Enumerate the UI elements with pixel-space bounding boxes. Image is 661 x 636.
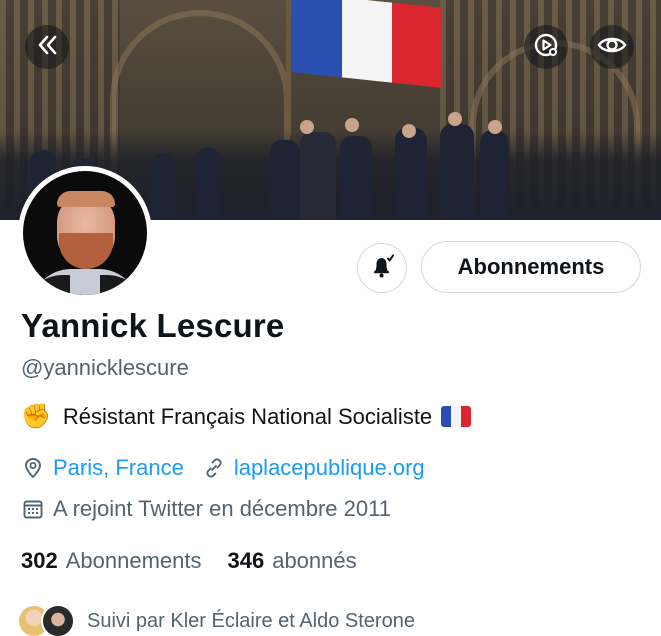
joined-text: A rejoint Twitter en décembre 2011 bbox=[53, 496, 391, 521]
followers-stat[interactable]: 346 abonnés bbox=[227, 548, 356, 574]
french-flag-emoji bbox=[441, 406, 472, 427]
notifications-button[interactable] bbox=[357, 243, 407, 293]
followers-count: 346 bbox=[227, 548, 265, 573]
profile-stats: 302 Abonnements 346 abonnés bbox=[21, 548, 383, 574]
following-count: 302 bbox=[21, 548, 58, 573]
followed-by-text: Suivi par Kler Éclaire et Aldo Sterone bbox=[87, 609, 415, 632]
bio-text: Résistant Français National Socialiste bbox=[62, 403, 433, 429]
following-button[interactable]: Abonnements bbox=[421, 241, 641, 293]
media-button[interactable] bbox=[524, 25, 568, 69]
joined-row: A rejoint Twitter en décembre 2011 bbox=[21, 496, 391, 522]
location-pin-icon bbox=[21, 456, 45, 480]
profile-avatar[interactable] bbox=[18, 166, 152, 300]
eye-icon bbox=[597, 32, 627, 63]
bell-icon bbox=[368, 252, 396, 285]
view-button[interactable] bbox=[590, 25, 634, 69]
profile-handle: @yannicklescure bbox=[21, 355, 189, 380]
link-icon bbox=[202, 456, 226, 480]
followers-label: abonnés bbox=[272, 548, 357, 573]
french-flag-banner bbox=[292, 0, 442, 88]
followed-by[interactable]: Suivi par Kler Éclaire et Aldo Sterone bbox=[17, 604, 415, 636]
location-link[interactable]: Paris, France bbox=[53, 455, 184, 481]
website-link[interactable]: laplacepublique.org bbox=[234, 455, 425, 481]
calendar-icon bbox=[21, 497, 45, 521]
follower-avatar bbox=[41, 604, 75, 636]
profile-bio: ✊ Résistant Français National Socialiste bbox=[21, 402, 472, 431]
raised-fist-emoji: ✊ bbox=[21, 403, 51, 430]
profile-meta-row: Paris, France laplacepublique.org bbox=[21, 455, 425, 481]
back-button[interactable] bbox=[25, 25, 69, 69]
chevrons-left-icon bbox=[34, 32, 60, 63]
media-icon bbox=[532, 31, 560, 64]
profile-name: Yannick Lescure bbox=[21, 307, 285, 344]
following-label: Abonnements bbox=[65, 548, 202, 573]
following-stat[interactable]: 302 Abonnements bbox=[21, 548, 201, 574]
